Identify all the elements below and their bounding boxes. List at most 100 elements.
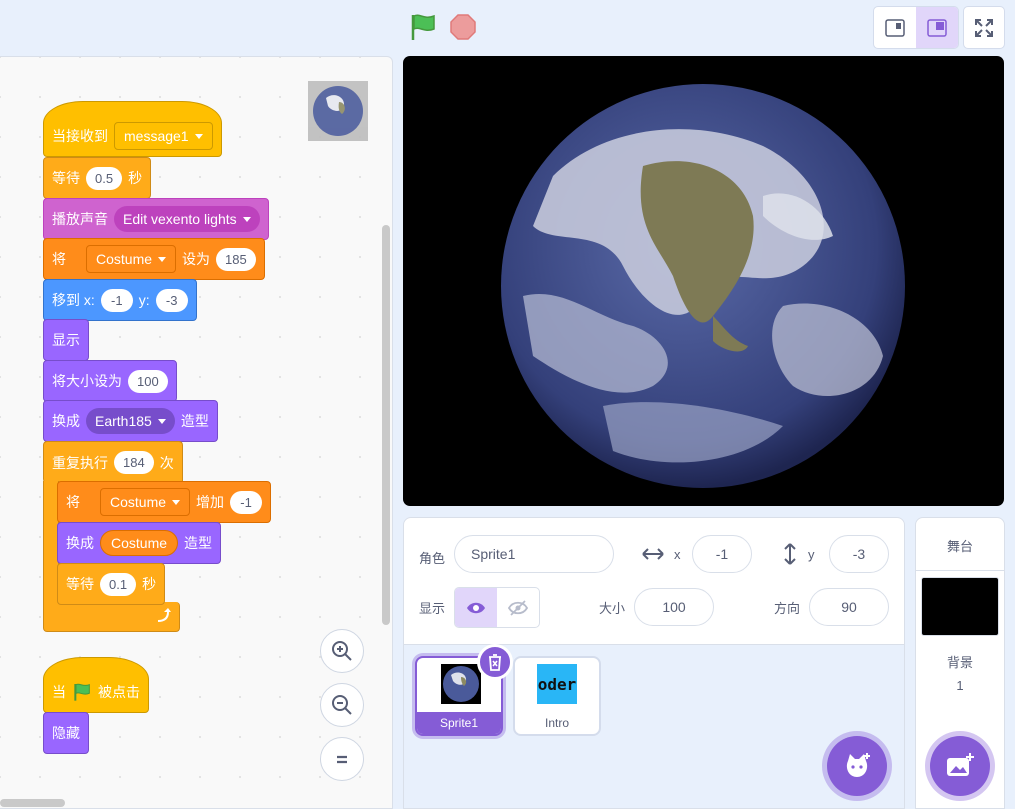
switch-costume-label: 换成: [52, 413, 80, 429]
stop-icon: [450, 14, 476, 40]
repeat-unit: 次: [159, 454, 174, 471]
green-flag-icon: [74, 683, 90, 701]
hide-block[interactable]: 隐藏: [43, 712, 89, 754]
choose-sprite-button[interactable]: [827, 736, 887, 796]
zoom-out-button[interactable]: [320, 683, 364, 727]
wait-block[interactable]: 等待 0.5 秒: [43, 157, 152, 199]
inner-switch-costume-suffix: 造型: [184, 535, 213, 551]
y-position-input[interactable]: -3: [829, 535, 889, 573]
message-dropdown[interactable]: message1: [114, 122, 213, 150]
when-i-receive-label: 当接收到: [52, 128, 108, 144]
horizontal-scrollbar[interactable]: [0, 799, 65, 807]
hide-block-label: 隐藏: [52, 725, 80, 741]
cat-plus-icon: [846, 753, 870, 777]
message-dropdown-value: message1: [124, 128, 189, 144]
stage[interactable]: [403, 56, 1004, 506]
show-block[interactable]: 显示: [43, 319, 89, 361]
intro-thumbnail: oder: [537, 664, 577, 704]
eye-slash-icon: [508, 599, 528, 616]
sound-dropdown[interactable]: Edit vexento lights: [114, 206, 260, 232]
sprite-tile-intro[interactable]: oder Intro: [513, 656, 601, 736]
vertical-scrollbar[interactable]: [382, 225, 390, 625]
costume-dropdown[interactable]: Earth185: [86, 408, 175, 434]
inner-switch-costume-label: 换成: [66, 535, 94, 551]
switch-costume-block[interactable]: 换成 Earth185 造型: [43, 400, 218, 442]
inner-wait-unit: 秒: [142, 576, 157, 592]
inner-switch-costume-block[interactable]: 换成 Costume 造型: [57, 522, 222, 564]
play-sound-block[interactable]: 播放声音 Edit vexento lights: [43, 198, 269, 240]
intro-thumbnail-text: oder: [537, 674, 577, 694]
change-variable-label: 将: [66, 494, 80, 510]
go-to-y-label: y:: [138, 292, 150, 308]
when-flag-prefix: 当: [52, 684, 66, 700]
zoom-reset-button[interactable]: [320, 737, 364, 781]
repeat-input[interactable]: 184: [114, 451, 154, 474]
set-to-label: 设为: [182, 251, 211, 267]
backdrop-label: 背景: [946, 655, 973, 670]
dropdown-arrow-icon: [157, 418, 166, 424]
show-sprite-button[interactable]: [455, 588, 497, 627]
stop-button[interactable]: [450, 14, 476, 40]
x-position-input[interactable]: -1: [692, 535, 752, 573]
change-by-label: 增加: [196, 494, 225, 510]
small-stage-button[interactable]: [874, 7, 916, 48]
go-to-x-input[interactable]: -1: [100, 288, 133, 312]
code-workspace[interactable]: 当接收到 message1 等待 0.5 秒 播放声音 Edit vexento…: [0, 56, 393, 809]
stage-size-toggle: [873, 6, 959, 49]
green-flag-button[interactable]: [408, 12, 438, 42]
x-label: x: [674, 546, 681, 562]
when-flag-clicked-block[interactable]: 当 被点击: [43, 657, 149, 713]
green-flag-icon: [411, 14, 435, 40]
change-variable-dropdown[interactable]: Costume: [100, 488, 191, 516]
inner-wait-block[interactable]: 等待 0.1 秒: [57, 563, 166, 605]
size-label: 大小: [599, 600, 626, 616]
fullscreen-button[interactable]: [963, 6, 1005, 49]
normal-stage-button[interactable]: [916, 7, 958, 48]
wait-label: 等待: [52, 170, 80, 186]
direction-label: 方向: [774, 600, 801, 616]
sprite-label: 角色: [419, 550, 446, 566]
earth-sprite[interactable]: [403, 56, 1004, 506]
delete-sprite-button[interactable]: [477, 644, 513, 680]
hide-sprite-button[interactable]: [497, 588, 539, 627]
costume-dropdown-value: Earth185: [95, 413, 152, 429]
dropdown-arrow-icon: [172, 499, 181, 505]
switch-costume-suffix: 造型: [180, 413, 209, 429]
set-variable-label: 将: [52, 251, 66, 267]
set-size-input[interactable]: 100: [128, 369, 168, 393]
dropdown-arrow-icon: [158, 256, 167, 262]
go-to-y-input[interactable]: -3: [155, 288, 188, 312]
when-i-receive-block[interactable]: 当接收到 message1: [43, 101, 222, 157]
normal-stage-icon: [927, 18, 947, 37]
choose-backdrop-button[interactable]: [930, 736, 990, 796]
backdrop-count: 1: [956, 678, 964, 693]
earth-thumbnail-icon: [441, 664, 481, 704]
direction-input[interactable]: 90: [809, 588, 889, 626]
change-variable-block[interactable]: 将 Costume 增加 -1: [57, 481, 272, 523]
costume-variable-reporter[interactable]: Costume: [100, 530, 179, 556]
zoom-out-icon: [332, 695, 352, 715]
change-variable-input[interactable]: -1: [230, 490, 263, 514]
backdrop-plus-icon: [947, 753, 974, 776]
earth-thumbnail-icon: [313, 86, 363, 136]
change-variable-dropdown-value: Costume: [110, 494, 167, 510]
wait-input[interactable]: 0.5: [86, 166, 123, 190]
show-block-label: 显示: [52, 332, 80, 348]
set-size-block[interactable]: 将大小设为 100: [43, 360, 177, 402]
visibility-toggle: [454, 587, 540, 628]
trash-icon: [489, 654, 501, 671]
go-to-xy-block[interactable]: 移到 x: -1 y: -3: [43, 279, 197, 321]
when-flag-suffix: 被点击: [98, 684, 140, 700]
size-input[interactable]: 100: [634, 588, 714, 626]
set-variable-input[interactable]: 185: [216, 247, 256, 271]
set-variable-block[interactable]: 将 Costume 设为 185: [43, 238, 265, 280]
variable-dropdown[interactable]: Costume: [86, 245, 177, 273]
repeat-block[interactable]: 重复执行 184 次: [43, 441, 183, 483]
sprite-name-input[interactable]: Sprite1: [454, 535, 614, 573]
small-stage-icon: [885, 18, 905, 37]
zoom-in-icon: [332, 641, 352, 661]
inner-wait-input[interactable]: 0.1: [100, 572, 137, 596]
horizontal-arrows-icon: [642, 548, 664, 560]
zoom-in-button[interactable]: [320, 629, 364, 673]
variable-dropdown-value: Costume: [96, 251, 153, 267]
